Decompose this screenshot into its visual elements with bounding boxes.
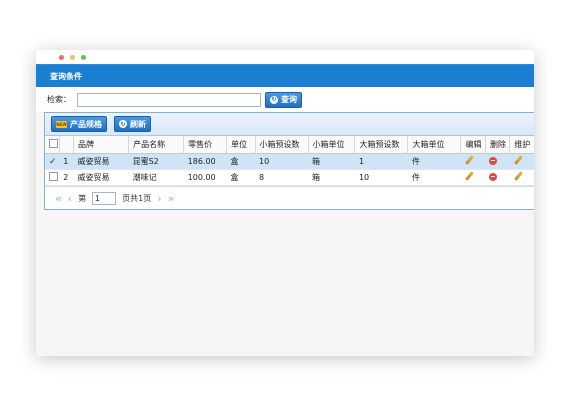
page-prefix: 第 <box>78 193 87 203</box>
cell-unit: 盒 <box>226 169 256 186</box>
col-header-brand[interactable]: 品牌 <box>73 136 130 154</box>
close-window-dot[interactable] <box>59 54 64 60</box>
col-header-small-qty[interactable]: 小箱预设数 <box>255 136 309 154</box>
check-icon: ✓ <box>49 156 57 167</box>
delete-icon[interactable] <box>489 156 498 165</box>
grid-toolbar: NEW 产品规格 ↻ 刷新 <box>45 113 534 136</box>
refresh-label: 刷新 <box>130 119 146 129</box>
cell-small-unit: 箱 <box>308 153 355 170</box>
row-checkbox[interactable]: ✓ <box>45 153 60 170</box>
header-row: 品牌 产品名称 零售价 单位 小箱预设数 小箱单位 大箱预设数 大箱单位 编辑 … <box>45 136 534 154</box>
search-bar: 检索： ↻ 查询 <box>36 87 534 112</box>
maintain-pencil-icon[interactable] <box>514 172 523 181</box>
page-suffix: 页共1页 <box>122 193 152 203</box>
col-header-large-qty[interactable]: 大箱预设数 <box>354 136 409 154</box>
last-page-icon[interactable]: » <box>168 192 175 205</box>
edit-pencil-icon[interactable] <box>465 172 474 181</box>
table-row[interactable]: 2 威姿贸易 潮味记 100.00 盒 8 箱 10 件 <box>45 169 534 186</box>
product-spec-button[interactable]: NEW 产品规格 <box>51 116 107 132</box>
product-spec-label: 产品规格 <box>70 119 102 129</box>
app-window: 查询条件 检索： ↻ 查询 NEW 产品规格 ↻ 刷新 品牌 产品名称 零售价 … <box>36 50 534 356</box>
cell-large-qty: 1 <box>354 153 408 170</box>
panel-title-text: 查询条件 <box>50 71 82 81</box>
cell-brand: 威姿贸易 <box>73 153 129 170</box>
pagination-bar: « ‹ 第 页共1页 › » <box>45 186 534 209</box>
cell-product-name: 潮味记 <box>128 169 184 186</box>
select-all-checkbox[interactable] <box>49 139 58 148</box>
row-checkbox[interactable] <box>45 169 60 186</box>
delete-cell[interactable] <box>485 169 510 186</box>
query-panel-title: 查询条件 <box>36 64 534 87</box>
delete-cell[interactable] <box>485 153 510 170</box>
cell-large-qty: 10 <box>354 169 408 186</box>
col-header-edit: 编辑 <box>460 136 486 154</box>
minimize-window-dot[interactable] <box>70 54 75 60</box>
cell-price: 186.00 <box>183 153 227 170</box>
edit-cell[interactable] <box>460 169 486 186</box>
cell-small-qty: 10 <box>255 153 309 170</box>
maximize-window-dot[interactable] <box>81 54 86 60</box>
query-button-label: 查询 <box>281 95 297 104</box>
next-page-icon[interactable]: › <box>157 192 161 205</box>
row-index: 1 <box>59 153 74 170</box>
search-input[interactable] <box>77 92 261 107</box>
first-page-icon[interactable]: « <box>55 192 62 205</box>
index-header <box>59 136 75 154</box>
grid-panel: NEW 产品规格 ↻ 刷新 品牌 产品名称 零售价 单位 小箱预设数 小箱单位 … <box>44 112 534 210</box>
data-grid: 品牌 产品名称 零售价 单位 小箱预设数 小箱单位 大箱预设数 大箱单位 编辑 … <box>45 136 534 186</box>
cell-small-qty: 8 <box>255 169 309 186</box>
cell-unit: 盒 <box>226 153 256 170</box>
delete-icon[interactable] <box>489 172 498 181</box>
cell-large-unit: 件 <box>407 169 461 186</box>
col-header-unit[interactable]: 单位 <box>226 136 256 154</box>
query-button[interactable]: ↻ 查询 <box>265 91 302 108</box>
col-header-delete: 删除 <box>485 136 511 154</box>
page-number-input[interactable] <box>92 191 117 205</box>
cell-large-unit: 件 <box>407 153 461 170</box>
cell-small-unit: 箱 <box>308 169 355 186</box>
cell-price: 100.00 <box>183 169 227 186</box>
maintain-cell[interactable] <box>509 169 534 186</box>
new-icon: NEW <box>56 120 67 128</box>
row-index: 2 <box>59 169 74 186</box>
col-header-maintain: 维护 <box>509 136 534 154</box>
col-header-small-unit[interactable]: 小箱单位 <box>308 136 356 154</box>
col-header-price[interactable]: 零售价 <box>183 136 227 154</box>
col-header-large-unit[interactable]: 大箱单位 <box>407 136 462 154</box>
refresh-icon: ↻ <box>119 120 127 128</box>
refresh-button[interactable]: ↻ 刷新 <box>114 116 151 132</box>
cell-brand: 威姿贸易 <box>73 169 129 186</box>
window-controls <box>36 50 534 64</box>
refresh-icon: ↻ <box>270 95 278 104</box>
select-all-header[interactable] <box>45 136 60 154</box>
cell-product-name: 昆蜜S2 <box>128 153 184 170</box>
edit-pencil-icon[interactable] <box>465 156 474 165</box>
edit-cell[interactable] <box>460 153 486 170</box>
col-header-product-name[interactable]: 产品名称 <box>128 136 185 154</box>
maintain-pencil-icon[interactable] <box>514 156 523 165</box>
maintain-cell[interactable] <box>509 153 534 170</box>
prev-page-icon[interactable]: ‹ <box>68 192 72 205</box>
row-checkbox-box[interactable] <box>49 172 58 181</box>
table-row[interactable]: ✓ 1 威姿贸易 昆蜜S2 186.00 盒 10 箱 1 件 <box>45 153 534 170</box>
search-label: 检索： <box>47 95 71 104</box>
